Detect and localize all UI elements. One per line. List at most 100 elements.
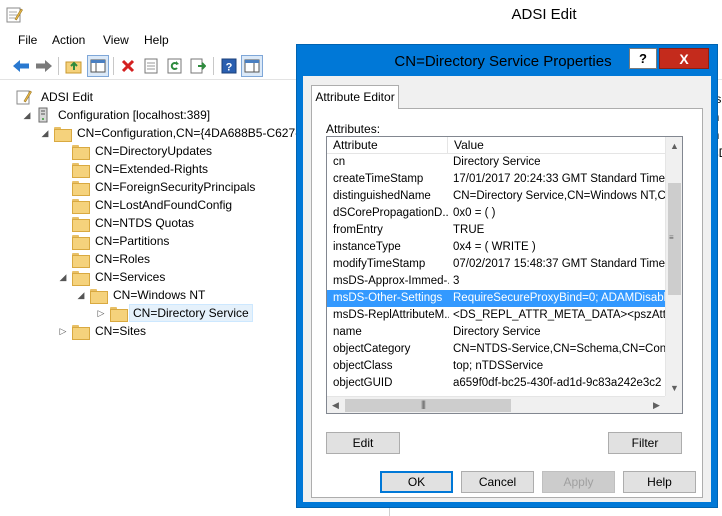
help-icon[interactable]: ? (218, 55, 240, 77)
attribute-row[interactable]: createTimeStamp 17/01/2017 20:24:33 GMT S… (327, 171, 665, 188)
attribute-row[interactable]: cn Directory Service (327, 154, 665, 171)
menu-action[interactable]: Action (50, 33, 87, 47)
vertical-scrollbar[interactable]: ▲ ≡ ▼ (665, 137, 682, 396)
horizontal-scrollbar[interactable]: ◀ ||| ▶ (327, 396, 665, 413)
tree-configuration[interactable]: ◢ Configuration [localhost:389] (22, 106, 214, 124)
attribute-row[interactable]: dSCorePropagationD... 0x0 = ( ) (327, 205, 665, 222)
toolbar-separator (213, 57, 214, 75)
folder-icon (72, 198, 90, 214)
scroll-down-arrow-icon[interactable]: ▼ (666, 379, 683, 396)
dialog-help-text-button[interactable]: Help (623, 471, 696, 493)
show-hide-pane-icon[interactable] (241, 55, 263, 77)
column-header-value[interactable]: Value (448, 137, 665, 154)
folder-icon (72, 144, 90, 160)
cancel-button[interactable]: Cancel (461, 471, 534, 493)
attribute-row[interactable]: objectCategory CN=NTDS-Service,CN=Schema,… (327, 341, 665, 358)
properties-dialog: CN=Directory Service Properties ? X Attr… (296, 44, 718, 508)
attribute-row[interactable]: msDS-ReplAttributeM... <DS_REPL_ATTR_META… (327, 307, 665, 324)
tree-item-extended-rights[interactable]: CN=Extended-Rights (58, 160, 212, 178)
attribute-value-cell: top; nTDSService (453, 360, 544, 372)
tree-configuration-label: Configuration [localhost:389] (58, 108, 211, 122)
delete-icon[interactable] (117, 55, 139, 77)
tree-item-ntds-quotas[interactable]: CN=NTDS Quotas (58, 214, 198, 232)
attribute-row[interactable]: distinguishedName CN=Directory Service,CN… (327, 188, 665, 205)
horizontal-scroll-thumb[interactable]: ||| (345, 399, 511, 412)
attribute-row[interactable]: fromEntry TRUE (327, 222, 665, 239)
attribute-value-cell: 0x4 = ( WRITE ) (453, 241, 536, 253)
filter-button[interactable]: Filter (608, 432, 682, 454)
attribute-row[interactable]: name Directory Service (327, 324, 665, 341)
dialog-body: Attribute Editor Attributes: Attribute V… (303, 76, 711, 502)
window-title: ADSI Edit (511, 6, 577, 23)
attribute-name-cell: instanceType (333, 241, 401, 253)
menu-file[interactable]: File (16, 33, 39, 47)
tree-pane: ADSI Edit ◢ Configuration [localhost:389… (12, 86, 302, 516)
expand-arrow-icon[interactable]: ▷ (96, 308, 106, 318)
tree-item-partitions[interactable]: CN=Partitions (58, 232, 173, 250)
attribute-row[interactable]: instanceType 0x4 = ( WRITE ) (327, 239, 665, 256)
forward-arrow-icon[interactable] (33, 55, 55, 77)
scroll-left-arrow-icon[interactable]: ◀ (327, 397, 344, 414)
menu-help[interactable]: Help (142, 33, 171, 47)
attribute-row[interactable]: msDS-Other-Settings RequireSecureProxyBin… (327, 290, 665, 307)
attribute-value-cell: RequireSecureProxyBind=0; ADAMDisableS (453, 292, 665, 304)
tree-item-sites[interactable]: ▷ CN=Sites (58, 322, 150, 340)
export-icon[interactable] (140, 55, 162, 77)
attribute-row[interactable]: objectClass top; nTDSService (327, 358, 665, 375)
refresh-icon[interactable] (164, 55, 186, 77)
column-header-attribute[interactable]: Attribute (327, 137, 447, 154)
attribute-name-cell: msDS-Other-Settings (333, 292, 443, 304)
tree-item-label: CN=NTDS Quotas (95, 216, 195, 230)
tab-attribute-editor[interactable]: Attribute Editor (311, 85, 399, 109)
collapse-arrow-icon[interactable]: ◢ (58, 272, 68, 282)
attribute-name-cell: dSCorePropagationD... (333, 207, 449, 219)
back-arrow-icon[interactable] (10, 55, 32, 77)
tree-config-cn[interactable]: ◢ CN=Configuration,CN={4DA688B5-C627- (40, 124, 303, 142)
main-titlebar: ADSI Edit (0, 0, 722, 30)
collapse-arrow-icon[interactable]: ◢ (22, 110, 32, 120)
export-list-icon[interactable] (187, 55, 209, 77)
menu-view[interactable]: View (101, 33, 131, 47)
dialog-close-button[interactable]: X (659, 48, 709, 69)
folder-icon (72, 270, 90, 286)
attribute-name-cell: distinguishedName (333, 190, 431, 202)
tree-item-services[interactable]: ◢ CN=Services (58, 268, 169, 286)
tree-item-windows-nt[interactable]: ◢ CN=Windows NT (76, 286, 209, 304)
expand-arrow-icon[interactable]: ▷ (58, 326, 68, 336)
tree-root[interactable]: ADSI Edit (16, 88, 97, 106)
tree-item-label: CN=Extended-Rights (95, 162, 209, 176)
folder-icon (90, 288, 108, 304)
folder-icon (72, 324, 90, 340)
attribute-name-cell: msDS-Approx-Immed-... (333, 275, 449, 287)
attribute-row[interactable]: modifyTimeStamp 07/02/2017 15:48:37 GMT S… (327, 256, 665, 273)
tree-item-label: CN=Roles (95, 252, 151, 266)
scroll-up-arrow-icon[interactable]: ▲ (666, 137, 683, 154)
up-folder-icon[interactable] (63, 55, 85, 77)
edit-button[interactable]: Edit (326, 432, 400, 454)
tree-item-foreignsecurityprincipals[interactable]: CN=ForeignSecurityPrincipals (58, 178, 259, 196)
ok-button[interactable]: OK (380, 471, 453, 493)
folder-icon (72, 216, 90, 232)
collapse-arrow-icon[interactable]: ◢ (40, 128, 50, 138)
properties-pane-icon[interactable] (87, 55, 109, 77)
attribute-value-cell: 17/01/2017 20:24:33 GMT Standard Time (453, 173, 665, 185)
attribute-name-cell: fromEntry (333, 224, 383, 236)
attributes-list[interactable]: Attribute Value cn Directory Service creat… (326, 136, 683, 414)
tree-root-label: ADSI Edit (41, 90, 94, 104)
attribute-row[interactable]: msDS-Approx-Immed-... 3 (327, 273, 665, 290)
tree-item-directory-service[interactable]: ▷ CN=Directory Service (96, 304, 253, 322)
collapse-arrow-icon[interactable]: ◢ (76, 290, 86, 300)
scroll-right-arrow-icon[interactable]: ▶ (648, 397, 665, 414)
dialog-help-button[interactable]: ? (629, 48, 657, 69)
tree-item-label: CN=Sites (95, 324, 147, 338)
attribute-value-cell: Directory Service (453, 326, 541, 338)
tree-item-lostandfoundconfig[interactable]: CN=LostAndFoundConfig (58, 196, 236, 214)
tree-item-directoryupdates[interactable]: CN=DirectoryUpdates (58, 142, 216, 160)
folder-icon (54, 126, 72, 142)
tree-item-roles[interactable]: CN=Roles (58, 250, 154, 268)
attribute-row[interactable]: objectGUID a659f0df-bc25-430f-ad1d-9c83a2… (327, 375, 665, 392)
tree-item-label: CN=ForeignSecurityPrincipals (95, 180, 256, 194)
tree-item-label: CN=Partitions (95, 234, 170, 248)
tree-item-label: CN=Windows NT (113, 288, 206, 302)
apply-button[interactable]: Apply (542, 471, 615, 493)
